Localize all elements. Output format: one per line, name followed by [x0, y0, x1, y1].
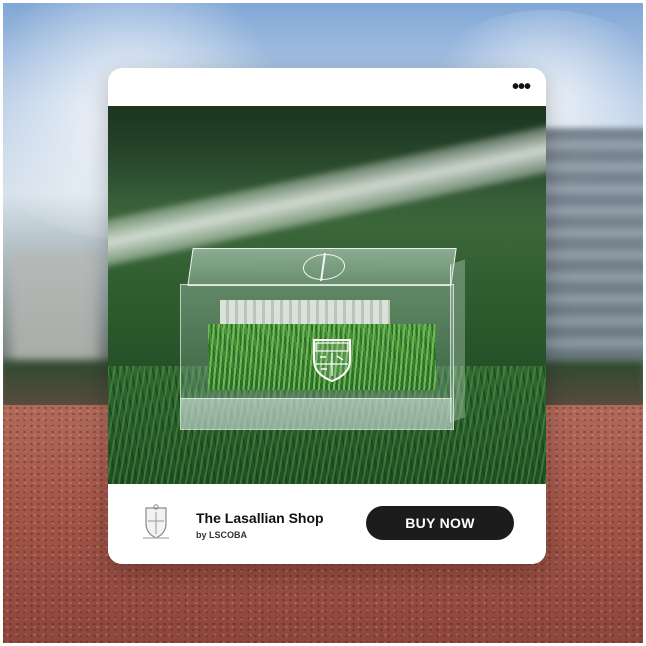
product-photo: [108, 106, 546, 484]
more-options-button[interactable]: •••: [510, 76, 532, 98]
acrylic-cube: [180, 248, 465, 430]
cube-top-face: [187, 248, 457, 286]
background-scene: ••• The Lasallian Shop by LSCOBA BUY NOW: [0, 0, 646, 646]
pitch-center-circle: [301, 254, 347, 280]
buy-now-button[interactable]: BUY NOW: [366, 506, 514, 540]
la-salle-crest-icon: [310, 334, 354, 383]
shop-name[interactable]: The Lasallian Shop: [196, 510, 324, 526]
product-card: ••• The Lasallian Shop by LSCOBA BUY NOW: [108, 68, 546, 564]
shop-crest-logo-icon[interactable]: [140, 504, 172, 542]
more-horizontal-icon: •••: [511, 76, 531, 98]
card-header: •••: [108, 68, 546, 106]
cube-base: [180, 398, 452, 429]
shop-byline: by LSCOBA: [196, 530, 248, 540]
blurred-building-right: [540, 128, 646, 388]
card-footer: The Lasallian Shop by LSCOBA BUY NOW: [108, 484, 546, 564]
grandstand-model: [220, 300, 390, 324]
